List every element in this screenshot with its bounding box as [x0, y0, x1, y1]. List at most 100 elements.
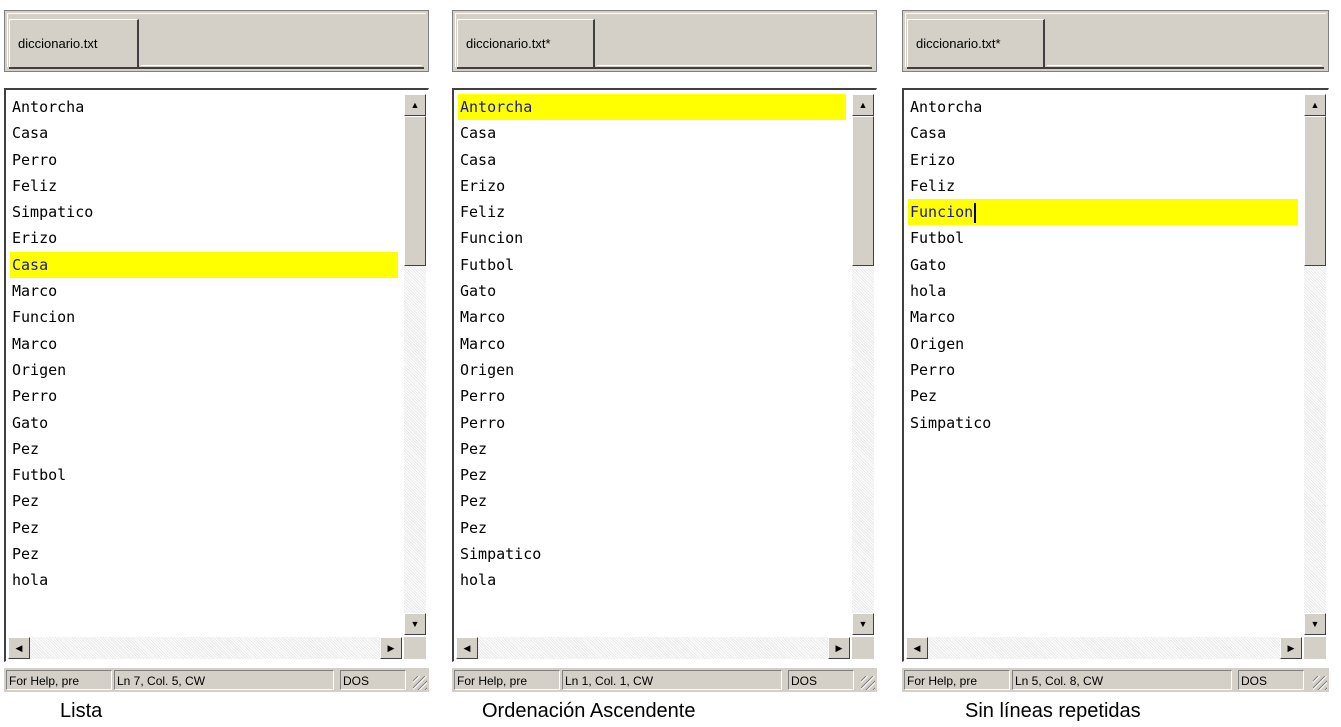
- resize-grip-icon[interactable]: [1313, 676, 1327, 690]
- current-line[interactable]: Antorcha: [458, 94, 846, 121]
- text-line[interactable]: Perro: [12, 147, 398, 173]
- horizontal-scrollbar[interactable]: ◀ ▶: [456, 637, 850, 659]
- text-line[interactable]: Marco: [460, 331, 846, 357]
- text-line[interactable]: Antorcha: [910, 94, 1298, 120]
- tab-bar: diccionario.txt: [4, 10, 429, 72]
- text-line[interactable]: Feliz: [460, 199, 846, 225]
- text-line[interactable]: Simpatico: [12, 199, 398, 225]
- text-line[interactable]: Pez: [12, 541, 398, 567]
- line-text: Perro: [12, 150, 58, 169]
- scroll-corner: [1304, 637, 1326, 659]
- line-text: Pez: [12, 492, 40, 511]
- resize-grip-icon[interactable]: [861, 676, 875, 690]
- text-line[interactable]: Pez: [12, 515, 398, 541]
- text-line[interactable]: Casa: [12, 120, 398, 146]
- line-text: Pez: [460, 518, 488, 537]
- line-text: Marco: [910, 308, 956, 327]
- vertical-scroll-thumb[interactable]: [852, 116, 874, 266]
- text-line[interactable]: Feliz: [12, 173, 398, 199]
- line-text: Origen: [460, 360, 515, 379]
- text-line[interactable]: hola: [910, 278, 1298, 304]
- text-line[interactable]: Pez: [460, 515, 846, 541]
- text-line[interactable]: Erizo: [12, 225, 398, 251]
- scroll-up-button[interactable]: ▲: [852, 94, 874, 116]
- text-line[interactable]: hola: [12, 567, 398, 593]
- vertical-scroll-thumb[interactable]: [1304, 116, 1326, 266]
- text-line[interactable]: Simpatico: [460, 541, 846, 567]
- vertical-scrollbar[interactable]: ▲ ▼: [1304, 94, 1326, 635]
- file-tab[interactable]: diccionario.txt: [9, 19, 139, 67]
- scroll-up-button[interactable]: ▲: [404, 94, 426, 116]
- scroll-left-arrow-icon: ◀: [15, 643, 23, 653]
- text-line[interactable]: Gato: [910, 252, 1298, 278]
- line-text: Perro: [460, 413, 506, 432]
- text-line[interactable]: Funcion: [12, 304, 398, 330]
- text-line[interactable]: Casa: [460, 120, 846, 146]
- text-line[interactable]: Pez: [460, 488, 846, 514]
- text-line[interactable]: Perro: [460, 383, 846, 409]
- text-line[interactable]: Origen: [910, 331, 1298, 357]
- text-line[interactable]: hola: [460, 567, 846, 593]
- text-line[interactable]: Casa: [460, 147, 846, 173]
- scroll-down-arrow-icon: ▼: [410, 619, 420, 629]
- file-tab[interactable]: diccionario.txt*: [457, 19, 595, 67]
- text-line[interactable]: Feliz: [910, 173, 1298, 199]
- text-line[interactable]: Erizo: [460, 173, 846, 199]
- text-line[interactable]: Marco: [12, 331, 398, 357]
- text-line[interactable]: Antorcha: [12, 94, 398, 120]
- vertical-scroll-thumb[interactable]: [404, 116, 426, 266]
- file-tab[interactable]: diccionario.txt*: [907, 19, 1045, 67]
- text-line[interactable]: Origen: [12, 357, 398, 383]
- scroll-right-button[interactable]: ▶: [1280, 637, 1302, 659]
- text-editor[interactable]: Antorcha Casa Perro Feliz Simpatico Erizo Casa…: [4, 88, 429, 662]
- text-line[interactable]: Gato: [12, 410, 398, 436]
- line-text: hola: [460, 571, 497, 590]
- text-line[interactable]: Gato: [460, 278, 846, 304]
- resize-grip-icon[interactable]: [413, 676, 427, 690]
- current-line[interactable]: Casa: [10, 251, 398, 279]
- vertical-scrollbar[interactable]: ▲ ▼: [852, 94, 874, 635]
- text-line[interactable]: Casa: [910, 120, 1298, 146]
- text-line[interactable]: Perro: [12, 383, 398, 409]
- text-line[interactable]: Futbol: [460, 252, 846, 278]
- text-line[interactable]: Funcion: [460, 225, 846, 251]
- scroll-right-button[interactable]: ▶: [828, 637, 850, 659]
- scroll-down-arrow-icon: ▼: [1310, 619, 1320, 629]
- text-line[interactable]: Perro: [910, 357, 1298, 383]
- text-line[interactable]: Futbol: [910, 225, 1298, 251]
- text-line[interactable]: Futbol: [12, 462, 398, 488]
- scroll-down-button[interactable]: ▼: [404, 613, 426, 635]
- text-line[interactable]: Pez: [12, 488, 398, 514]
- text-line[interactable]: Pez: [460, 436, 846, 462]
- status-mode: DOS: [1238, 670, 1304, 690]
- text-line[interactable]: Marco: [12, 278, 398, 304]
- vertical-scrollbar[interactable]: ▲ ▼: [404, 94, 426, 635]
- text-caret: [974, 202, 977, 223]
- scroll-left-button[interactable]: ◀: [8, 637, 30, 659]
- text-line[interactable]: Erizo: [910, 147, 1298, 173]
- scroll-left-button[interactable]: ◀: [906, 637, 928, 659]
- text-line[interactable]: Pez: [460, 462, 846, 488]
- scroll-right-button[interactable]: ▶: [380, 637, 402, 659]
- editor-panel-ordenacion: diccionario.txt* Antorcha Casa Casa Erizo Fel…: [452, 10, 877, 697]
- text-line[interactable]: Pez: [910, 383, 1298, 409]
- scroll-up-button[interactable]: ▲: [1304, 94, 1326, 116]
- scroll-down-button[interactable]: ▼: [1304, 613, 1326, 635]
- text-line[interactable]: Origen: [460, 357, 846, 383]
- line-text: Feliz: [910, 176, 956, 195]
- scroll-down-button[interactable]: ▼: [852, 613, 874, 635]
- scroll-corner: [852, 637, 874, 659]
- text-line[interactable]: Pez: [12, 436, 398, 462]
- text-line[interactable]: Marco: [910, 304, 1298, 330]
- current-line[interactable]: Funcion: [908, 199, 1298, 226]
- horizontal-scrollbar[interactable]: ◀ ▶: [906, 637, 1302, 659]
- text-line[interactable]: Perro: [460, 410, 846, 436]
- line-text: Casa: [12, 255, 49, 274]
- text-line[interactable]: Marco: [460, 304, 846, 330]
- horizontal-scrollbar[interactable]: ◀ ▶: [8, 637, 402, 659]
- scroll-left-button[interactable]: ◀: [456, 637, 478, 659]
- text-editor[interactable]: Antorcha Casa Casa Erizo Feliz Funcion Futbol G…: [452, 88, 877, 662]
- text-line[interactable]: Simpatico: [910, 410, 1298, 436]
- text-editor[interactable]: Antorcha Casa Erizo Feliz Funcion Futbol Gato h…: [902, 88, 1329, 662]
- scroll-right-arrow-icon: ▶: [835, 643, 843, 653]
